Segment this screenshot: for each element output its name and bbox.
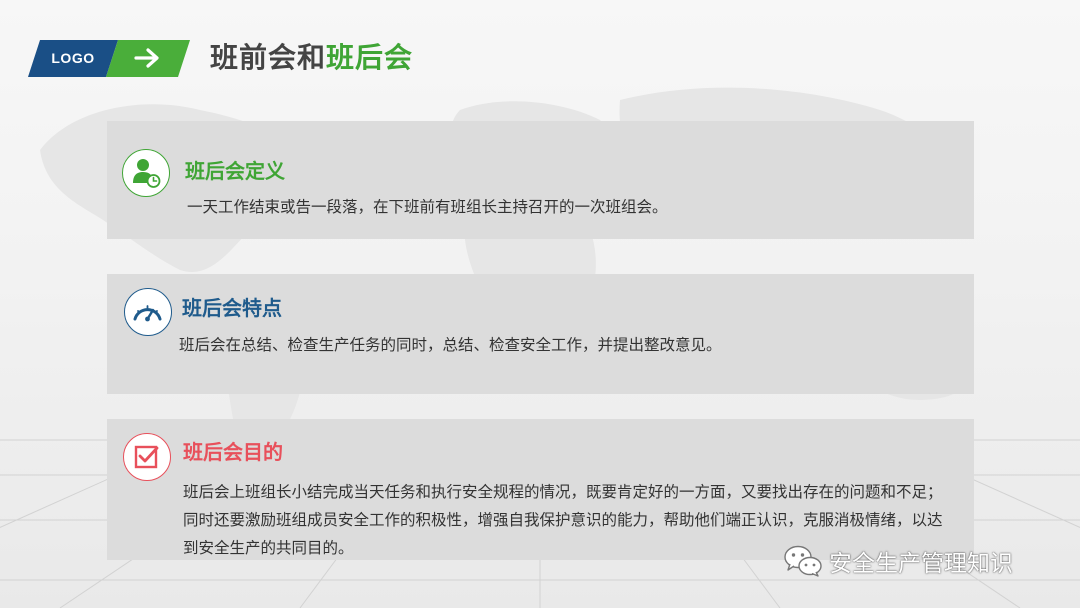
- definition-icon-circle: [122, 149, 170, 197]
- person-clock-icon: [133, 159, 161, 188]
- definition-body: 一天工作结束或告一段落，在下班前有班组长主持召开的一次班组会。: [187, 198, 668, 216]
- page-title-main: 班前会和: [210, 41, 327, 74]
- speedometer-icon: [133, 305, 162, 322]
- wechat-icon: [784, 545, 822, 577]
- purpose-title: 班后会目的: [183, 440, 283, 464]
- definition-title: 班后会定义: [185, 159, 285, 183]
- features-icon-circle: [124, 288, 172, 336]
- purpose-icon-circle: [123, 433, 171, 481]
- watermark-text: 安全生产管理知识: [829, 551, 1013, 577]
- definition-card: 班后会定义 一天工作结束或告一段落，在下班前有班组长主持召开的一次班组会。: [107, 121, 974, 239]
- purpose-card: 班后会目的 班后会上班组长小结完成当天任务和执行安全规程的情况，既要肯定好的一方…: [107, 419, 974, 560]
- checkbox-icon: [134, 445, 159, 469]
- features-body: 班后会在总结、检查生产任务的同时，总结、检查安全工作，并提出整改意见。: [179, 336, 722, 354]
- page-title-accent: 班后会: [326, 41, 414, 74]
- arrow-right-icon: [134, 48, 159, 68]
- page-title: 班前会和班后会: [210, 38, 413, 78]
- features-card: 班后会特点 班后会在总结、检查生产任务的同时，总结、检查安全工作，并提出整改意见…: [107, 274, 974, 394]
- wechat-watermark: 安全生产管理知识: [783, 544, 1013, 578]
- logo-text: LOGO: [51, 50, 95, 66]
- features-title: 班后会特点: [182, 296, 282, 320]
